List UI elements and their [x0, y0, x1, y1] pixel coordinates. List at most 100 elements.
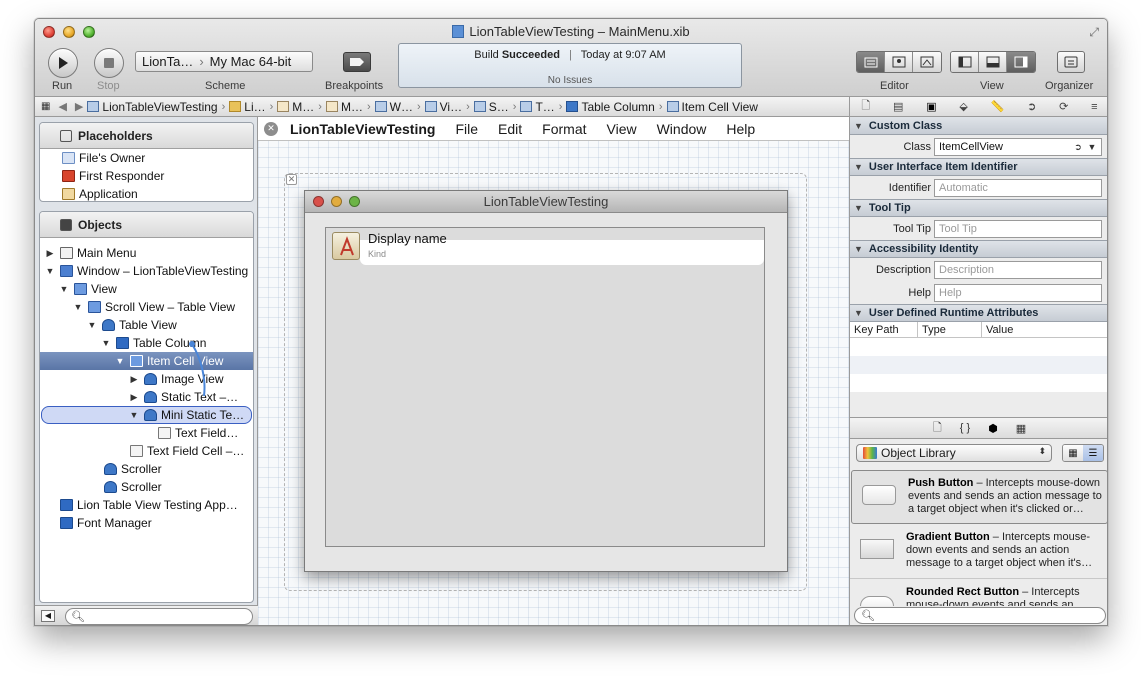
app-icon[interactable] — [332, 232, 360, 260]
outline-item-font-manager[interactable]: Font Manager — [40, 514, 253, 532]
column-key-path[interactable]: Key Path — [850, 322, 918, 337]
standard-editor-button[interactable] — [857, 52, 885, 72]
menu-view[interactable]: View — [607, 121, 637, 137]
outline-item-image-view[interactable]: ▶ Image View — [40, 370, 253, 388]
runtime-attributes-table[interactable] — [850, 338, 1107, 392]
disclosure-down-icon[interactable]: ▼ — [58, 284, 70, 294]
outline-item-static-text[interactable]: ▶ Static Text –… — [40, 388, 253, 406]
outline-item-table-column[interactable]: ▼ Table Column — [40, 334, 253, 352]
bindings-inspector-icon[interactable]: ⟳ — [1059, 100, 1068, 113]
placeholders-header[interactable]: Placeholders — [40, 123, 253, 149]
chevron-down-icon[interactable]: ▼ — [1085, 140, 1099, 154]
disclosure-down-icon[interactable]: ▼ — [72, 302, 84, 312]
menu-file[interactable]: File — [455, 121, 478, 137]
disclosure-down-icon[interactable]: ▼ — [86, 320, 98, 330]
outline-item-files-owner[interactable]: File's Owner — [40, 149, 253, 167]
menu-edit[interactable]: Edit — [498, 121, 522, 137]
library-filter-input[interactable]: 🔍︎ — [854, 607, 1106, 624]
jumpbar-item-scroll-view[interactable]: S… — [473, 100, 509, 114]
item-cell-view[interactable]: Display name Kind — [326, 228, 764, 266]
organizer-button[interactable] — [1057, 51, 1085, 73]
size-inspector-icon[interactable]: 📏 — [991, 100, 1005, 113]
objects-header[interactable]: Objects — [40, 212, 253, 238]
outline-item-item-cell-view[interactable]: ▼ Item Cell View — [40, 352, 253, 370]
run-button[interactable] — [48, 48, 78, 78]
file-template-library-icon[interactable]: 🗋 — [933, 419, 942, 438]
object-library-icon[interactable]: ⬢ — [988, 422, 998, 435]
library-item-gradient-button[interactable]: Gradient Button – Intercepts mouse-down … — [850, 525, 1107, 579]
display-name-label[interactable]: Display name — [368, 231, 447, 246]
assistant-editor-button[interactable] — [885, 52, 913, 72]
outline-item-first-responder[interactable]: First Responder — [40, 167, 253, 185]
outline-item-scroller-2[interactable]: Scroller — [40, 478, 253, 496]
outline-item-mini-static-text[interactable]: ▼ Mini Static Te… — [41, 406, 252, 424]
jumpbar-item-view[interactable]: Vi… — [424, 100, 462, 114]
icon-view-icon[interactable]: ▦ — [1063, 445, 1083, 461]
file-inspector-icon[interactable]: 🗋 — [861, 97, 870, 116]
menu-window[interactable]: Window — [657, 121, 707, 137]
description-field[interactable]: Description — [934, 261, 1102, 279]
attributes-inspector-icon[interactable]: ⬙ — [959, 100, 967, 113]
debug-toggle-button[interactable] — [979, 52, 1007, 72]
custom-class-header[interactable]: ▼ Custom Class — [850, 117, 1107, 135]
library-select[interactable]: Object Library ⬍ — [856, 444, 1052, 462]
outline-item-app-delegate[interactable]: Lion Table View Testing App… — [40, 496, 253, 514]
library-item-rounded-rect-button[interactable]: Rounded Rect Button – Intercepts mouse-d… — [850, 580, 1107, 606]
jumpbar-item-xib[interactable]: M… — [277, 100, 314, 114]
disclosure-down-icon[interactable]: ▼ — [114, 356, 126, 366]
jumpbar-item-table-view[interactable]: T… — [520, 100, 555, 114]
column-type[interactable]: Type — [918, 322, 982, 337]
class-combo-box[interactable]: ItemCellView ➲ ▼ — [934, 138, 1102, 156]
runtime-attributes-header[interactable]: ▼ User Defined Runtime Attributes — [850, 304, 1107, 322]
library-item-push-button[interactable]: Push Button – Intercepts mouse-down even… — [851, 470, 1107, 524]
help-field[interactable]: Help — [934, 284, 1102, 302]
outline-item-main-menu[interactable]: ▶ Main Menu — [40, 244, 253, 262]
identifier-field[interactable]: Automatic — [934, 179, 1102, 197]
list-view-icon[interactable]: ☰ — [1083, 445, 1103, 461]
identity-inspector-icon[interactable]: ▣ — [926, 100, 936, 113]
design-window[interactable]: LionTableViewTesting Display name Kind — [304, 190, 788, 572]
utilities-toggle-button[interactable] — [1007, 52, 1035, 72]
effects-inspector-icon[interactable]: ≡ — [1091, 101, 1097, 113]
connections-inspector-icon[interactable]: ➲ — [1027, 100, 1036, 113]
jumpbar-item-table-column[interactable]: Table Column — [566, 100, 655, 114]
disclosure-down-icon[interactable]: ▼ — [100, 338, 112, 348]
outline-item-window[interactable]: ▼ Window – LionTableViewTesting — [40, 262, 253, 280]
outline-item-text-field-cell[interactable]: Text Field… — [40, 424, 253, 442]
disclosure-down-icon[interactable]: ▼ — [128, 410, 140, 420]
hide-outline-icon[interactable]: ◀ — [41, 610, 55, 622]
navigator-toggle-button[interactable] — [951, 52, 979, 72]
scheme-popup[interactable]: LionTa… › My Mac 64-bit — [135, 51, 313, 72]
outline-item-text-field-cell-2[interactable]: Text Field Cell –… — [40, 442, 253, 460]
outline-item-scroll-view[interactable]: ▼ Scroll View – Table View — [40, 298, 253, 316]
menu-app-name[interactable]: LionTableViewTesting — [290, 121, 435, 137]
ui-identifier-header[interactable]: ▼ User Interface Item Identifier — [850, 158, 1107, 176]
related-items-icon[interactable]: ▦ — [41, 101, 50, 112]
menu-format[interactable]: Format — [542, 121, 586, 137]
fullscreen-icon[interactable]: ⤢ — [1089, 25, 1099, 40]
outline-filter-input[interactable]: 🔍︎ — [65, 608, 253, 625]
disclosure-down-icon[interactable]: ▼ — [44, 266, 56, 276]
jumpbar-item-window[interactable]: W… — [374, 100, 413, 114]
go-arrow-icon[interactable]: ➲ — [1071, 140, 1085, 154]
kind-label[interactable]: Kind — [368, 249, 386, 259]
jumpbar-item-xib-lang[interactable]: M… — [325, 100, 363, 114]
column-value[interactable]: Value — [982, 322, 1013, 337]
table-view-area[interactable]: Display name Kind — [325, 227, 765, 547]
menu-help[interactable]: Help — [726, 121, 755, 137]
disclosure-right-icon[interactable]: ▶ — [44, 248, 56, 259]
quick-help-icon[interactable]: ▤ — [893, 100, 903, 113]
media-library-icon[interactable]: ▦ — [1016, 422, 1026, 435]
jumpbar-item-item-cell-view[interactable]: Item Cell View — [666, 100, 758, 114]
outline-item-view[interactable]: ▼ View — [40, 280, 253, 298]
outline-item-application[interactable]: Application — [40, 185, 253, 201]
jumpbar-item-folder[interactable]: Li… — [229, 100, 266, 114]
interface-builder-canvas[interactable]: ✕ LionTableViewTesting File Edit Format … — [258, 117, 849, 625]
back-icon[interactable]: ◀ — [58, 100, 66, 113]
disclosure-right-icon[interactable]: ▶ — [128, 374, 140, 385]
disclosure-right-icon[interactable]: ▶ — [128, 392, 140, 403]
outline-item-scroller[interactable]: Scroller — [40, 460, 253, 478]
forward-icon[interactable]: ▶ — [75, 100, 83, 113]
breakpoints-button[interactable] — [343, 52, 371, 72]
version-editor-button[interactable] — [913, 52, 941, 72]
